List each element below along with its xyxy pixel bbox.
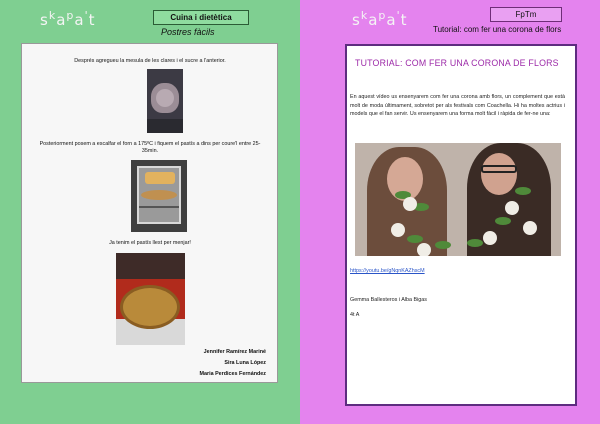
tutorial-title: TUTORIAL: COM FER UNA CORONA DE FLORS [355, 58, 559, 68]
author-name: Maria Perdices Fernández [199, 371, 266, 377]
section-subtitle: Tutorial: com fer una corona de flors [433, 25, 562, 34]
skapat-logo: skapa't [40, 9, 96, 29]
recipe-step-caption: Posteriorment posem a escalfar el forn a… [39, 141, 261, 154]
finished-cake-photo [116, 253, 185, 345]
mixing-bowl-photo [147, 69, 183, 133]
authors-text: Gemma Ballesteros i Alba Bigas [350, 297, 428, 303]
section-subtitle: Postres fàcils [161, 27, 215, 37]
section-label: FpTm [490, 7, 562, 22]
class-grade: 4t A [350, 312, 360, 318]
oven-photo [131, 160, 187, 232]
video-thumbnail[interactable] [355, 143, 561, 256]
author-name: Sira Luna López [224, 360, 266, 366]
recipe-step-caption: Ja tenim el pastís llest per menjar! [109, 240, 191, 246]
tutorial-intro-paragraph: En aquest vídeo us ensenyarem com fer un… [350, 94, 565, 117]
section-label: Cuina i dietètica [153, 10, 249, 25]
skapat-logo: skapa't [352, 9, 408, 29]
video-link[interactable]: https://youtu.be/gNqnKAZhscM [350, 268, 425, 274]
recipe-step-caption: Després agregueu la mesula de les clares… [74, 58, 226, 64]
author-name: Jennifer Ramírez Mariné [203, 349, 266, 355]
